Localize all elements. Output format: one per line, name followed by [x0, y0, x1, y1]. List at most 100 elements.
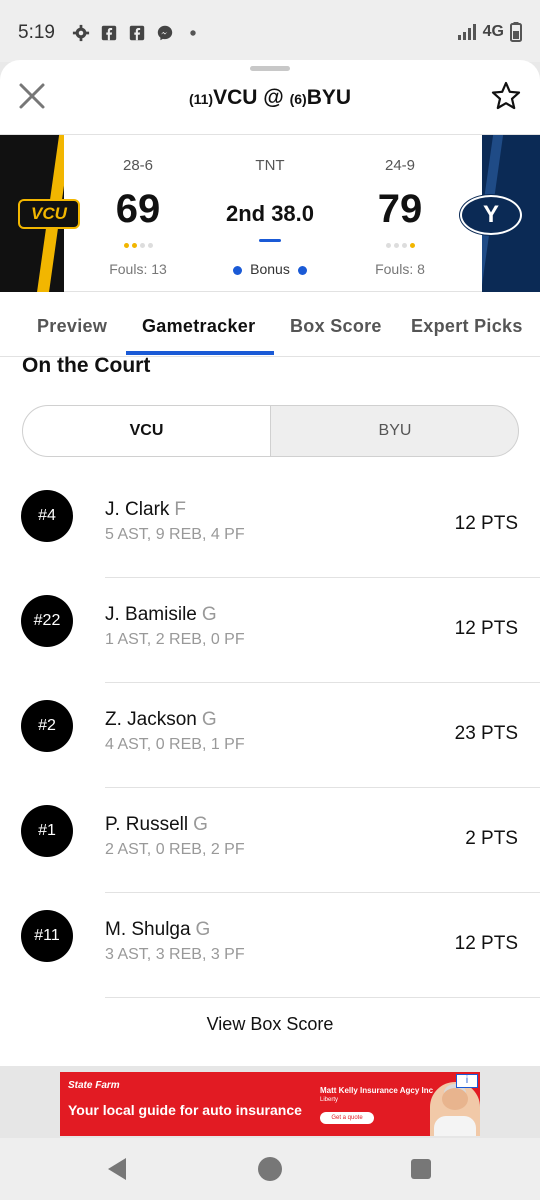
player-position: G [201, 709, 217, 730]
tab-expert-picks[interactable]: Expert Picks [411, 316, 523, 337]
player-name-line: J. Clark F [105, 499, 186, 521]
player-row[interactable]: #11 M. Shulga G 3 AST, 3 REB, 3 PF 12 PTS [0, 893, 540, 998]
player-points: 12 PTS [454, 933, 518, 954]
player-stats: 5 AST, 9 REB, 4 PF [105, 526, 245, 543]
player-position: G [195, 919, 211, 940]
ad-banner[interactable]: State Farm Your local guide for auto ins… [60, 1072, 480, 1136]
bonus-label: Bonus [250, 261, 290, 277]
player-name-line: J. Bamisile G [105, 604, 217, 626]
game-clock: 2nd 38.0 [225, 201, 315, 226]
timeout-dot [147, 243, 153, 248]
matchup-title: (11)VCU @ (6)BYU [0, 86, 540, 110]
battery-icon [510, 22, 522, 42]
player-name: J. Bamisile [105, 604, 197, 625]
ad-container: State Farm Your local guide for auto ins… [0, 1066, 540, 1138]
home-bonus-dot [297, 265, 307, 275]
tab-gametracker[interactable]: Gametracker [142, 316, 255, 337]
toggle-byu[interactable]: BYU [271, 406, 518, 456]
away-score: 69 [115, 187, 161, 231]
system-nav-bar [0, 1138, 540, 1200]
timeout-dot [393, 243, 399, 248]
player-name: Z. Jackson [105, 709, 197, 730]
game-header: (11)VCU @ (6)BYU [0, 60, 540, 135]
status-bar: 5:19 4G [0, 0, 540, 62]
player-points: 23 PTS [454, 723, 518, 744]
player-points: 2 PTS [465, 828, 518, 849]
facebook-icon [101, 25, 117, 41]
player-name: J. Clark [105, 499, 170, 520]
away-team-name: VCU [213, 86, 258, 109]
away-fouls: Fouls: 13 [109, 261, 167, 277]
toggle-vcu[interactable]: VCU [23, 406, 271, 456]
away-timeouts [98, 243, 178, 248]
player-stats: 2 AST, 0 REB, 2 PF [105, 841, 245, 858]
away-bonus-dot [233, 265, 243, 275]
home-rank: (6) [289, 91, 307, 107]
timeout-dot [123, 243, 129, 248]
gear-icon [72, 24, 90, 42]
row-divider [105, 997, 540, 998]
byu-logo[interactable]: Y [460, 195, 522, 235]
ad-location: Liberty [320, 1097, 339, 1103]
jersey-number-badge: #2 [21, 700, 73, 752]
view-box-score-link[interactable]: View Box Score [0, 1014, 540, 1035]
ad-agent-photo [430, 1082, 480, 1136]
ad-headline: Your local guide for auto insurance [68, 1102, 302, 1118]
notification-icons [72, 24, 202, 42]
jersey-number-badge: #4 [21, 490, 73, 542]
timeout-dot [139, 243, 145, 248]
favorite-star-icon[interactable] [490, 80, 522, 112]
player-stats: 3 AST, 3 REB, 3 PF [105, 946, 245, 963]
tv-network: TNT [255, 157, 285, 174]
bonus-indicator: Bonus [200, 261, 340, 277]
game-sheet: (11)VCU @ (6)BYU VCU Y 28-6 69 Fouls: 13… [0, 60, 540, 1066]
player-points: 12 PTS [454, 618, 518, 639]
network-label: 4G [482, 23, 504, 40]
vcu-logo[interactable]: VCU [18, 199, 80, 229]
game-tabs: Preview Gametracker Box Score Expert Pic… [0, 292, 540, 357]
signal-icon [457, 24, 476, 40]
player-name: M. Shulga [105, 919, 191, 940]
section-title: On the Court [22, 354, 151, 377]
home-timeouts [360, 243, 440, 248]
status-right: 4G [457, 22, 522, 42]
player-row[interactable]: #2 Z. Jackson G 4 AST, 0 REB, 1 PF 23 PTS [0, 683, 540, 788]
player-position: G [193, 814, 208, 835]
player-name-line: M. Shulga G [105, 919, 210, 941]
scoreboard: VCU Y 28-6 69 Fouls: 13 TNT 2nd 38.0 Bon… [0, 134, 540, 293]
messenger-icon [157, 25, 173, 41]
player-row[interactable]: #1 P. Russell G 2 AST, 0 REB, 2 PF 2 PTS [0, 788, 540, 893]
live-indicator [259, 239, 281, 242]
tab-preview[interactable]: Preview [37, 316, 107, 337]
ad-agent-name: Matt Kelly Insurance Agcy Inc [320, 1086, 434, 1095]
player-stats: 1 AST, 2 REB, 0 PF [105, 631, 245, 648]
timeout-dot [385, 243, 391, 248]
player-name-line: P. Russell G [105, 814, 208, 836]
tab-box-score[interactable]: Box Score [290, 316, 382, 337]
dot-icon [190, 30, 196, 36]
player-stats: 4 AST, 0 REB, 1 PF [105, 736, 245, 753]
team-toggle: VCU BYU [22, 405, 519, 457]
away-record: 28-6 [122, 157, 154, 174]
home-team-name: BYU [306, 86, 352, 109]
facebook-icon [129, 25, 145, 41]
player-row[interactable]: #22 J. Bamisile G 1 AST, 2 REB, 0 PF 12 PTS [0, 578, 540, 683]
timeout-dot [401, 243, 407, 248]
recents-icon[interactable] [411, 1159, 431, 1179]
home-score: 79 [377, 187, 423, 231]
home-icon[interactable] [258, 1157, 282, 1181]
jersey-number-badge: #22 [21, 595, 73, 647]
ad-quote-button[interactable]: Get a quote [320, 1112, 374, 1124]
at-separator: @ [263, 86, 284, 109]
player-name: P. Russell [105, 814, 189, 835]
jersey-number-badge: #11 [21, 910, 73, 962]
timeout-dot [131, 243, 137, 248]
home-record: 24-9 [384, 157, 416, 174]
away-rank: (11) [188, 91, 214, 107]
timeout-dot [409, 243, 415, 248]
status-time: 5:19 [18, 22, 55, 43]
player-row[interactable]: #4 J. Clark F 5 AST, 9 REB, 4 PF 12 PTS [0, 473, 540, 578]
ad-brand: State Farm [68, 1080, 120, 1091]
ad-info-icon[interactable]: i [456, 1074, 478, 1088]
back-icon[interactable] [108, 1158, 126, 1180]
